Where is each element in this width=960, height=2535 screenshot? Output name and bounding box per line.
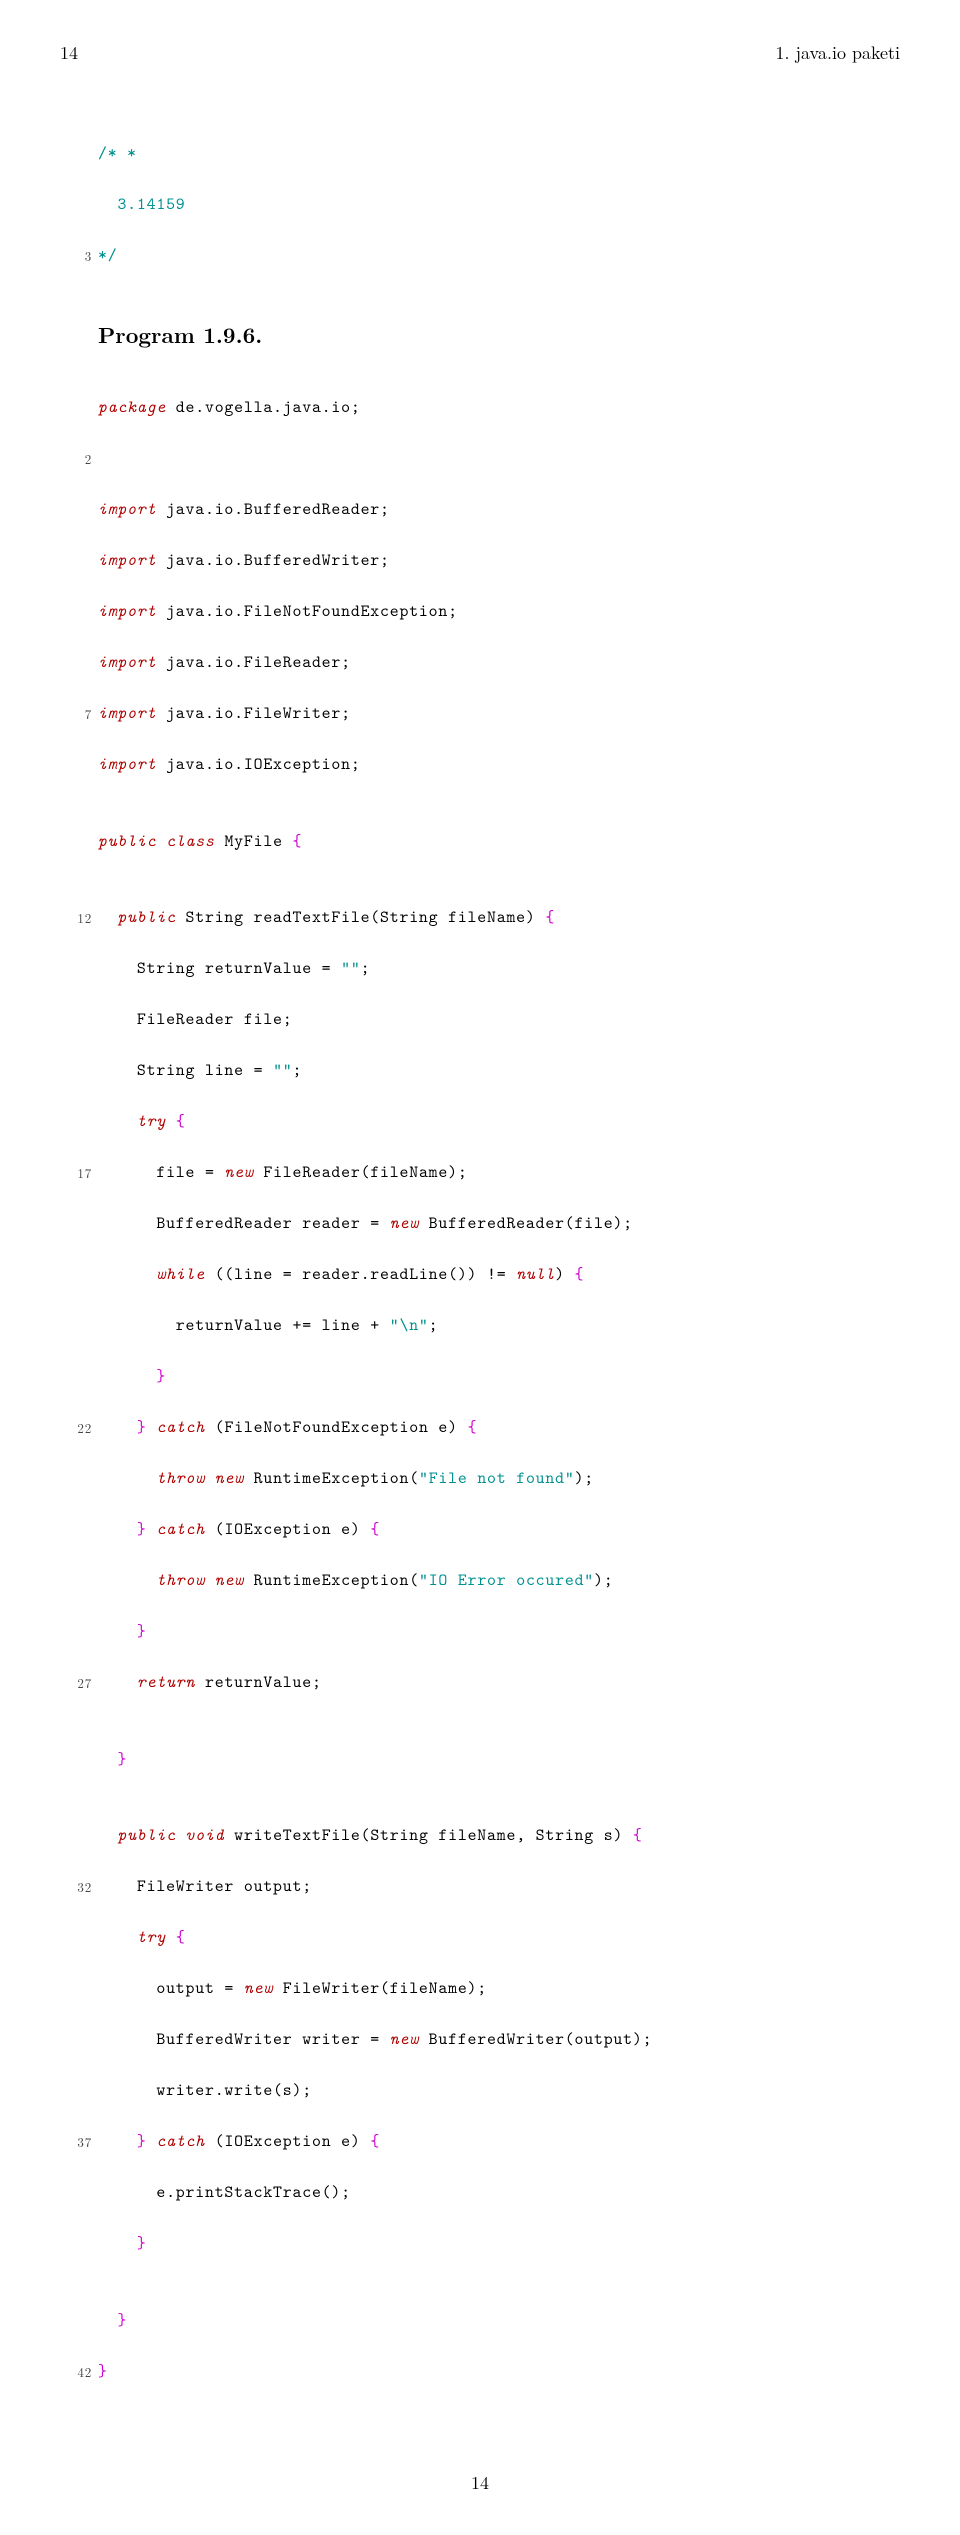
line-number: 37 [60,2129,98,2155]
line-number: 17 [60,1160,98,1186]
code-line: try { [98,1109,900,1135]
code-line: String line = ""; [98,1058,900,1084]
footer-page-number: 14 [60,2470,900,2495]
line-number: 42 [60,2359,98,2385]
header-page-number: 14 [60,40,78,65]
page-header: 14 1. java.io paketi [60,40,900,65]
code-line: } [98,1747,900,1773]
code-line: 3.14159 [98,192,900,218]
code-line: public class MyFile { [98,829,900,855]
code-line: try { [98,1925,900,1951]
line-number: 32 [60,1874,98,1900]
code-line: while ((line = reader.readLine()) != nul… [98,1262,900,1288]
code-line: BufferedReader reader = new BufferedRead… [98,1211,900,1237]
code-line: returnValue += line + "\n"; [98,1313,900,1339]
code-line: /∗ ∗ [98,141,900,167]
code-line: } catch (IOException e) { [98,1517,900,1543]
code-line: } [98,1619,900,1645]
code-line: import java.io.FileWriter; [98,701,900,727]
code-line: } catch (IOException e) { [98,2129,900,2155]
code-line: throw new RuntimeException("IO Error occ… [98,1568,900,1594]
header-section-title: 1. java.io paketi [775,40,900,65]
line-number: 12 [60,905,98,931]
code-line: public void writeTextFile(String fileNam… [98,1823,900,1849]
program-heading: Program 1.9.6. [98,319,900,350]
code-line: } catch (FileNotFoundException e) { [98,1415,900,1441]
code-line: import java.io.FileReader; [98,650,900,676]
line-number: 22 [60,1415,98,1441]
code-line: throw new RuntimeException("File not fou… [98,1466,900,1492]
code-snippet-2: package de.vogella.java.io; 2 import jav… [60,370,900,2410]
code-line: import java.io.BufferedWriter; [98,548,900,574]
code-line: String returnValue = ""; [98,956,900,982]
code-line: FileReader file; [98,1007,900,1033]
code-line [98,446,900,472]
code-line: ∗/ [98,243,900,269]
code-line: } [98,2359,900,2385]
line-number: 2 [60,446,98,472]
line-number: 7 [60,701,98,727]
code-line: FileWriter output; [98,1874,900,1900]
code-snippet-1: /∗ ∗ 3.14159 3∗/ [60,115,900,294]
code-line: package de.vogella.java.io; [98,395,900,421]
line-number: 3 [60,243,98,269]
code-line: public String readTextFile(String fileNa… [98,905,900,931]
code-line: output = new FileWriter(fileName); [98,1976,900,2002]
code-line: import java.io.BufferedReader; [98,497,900,523]
code-line: e.printStackTrace(); [98,2180,900,2206]
code-line: file = new FileReader(fileName); [98,1160,900,1186]
code-line: BufferedWriter writer = new BufferedWrit… [98,2027,900,2053]
code-line: import java.io.IOException; [98,752,900,778]
line-number: 27 [60,1670,98,1696]
code-line: import java.io.FileNotFoundException; [98,599,900,625]
code-line: } [98,2231,900,2257]
code-line: writer.write(s); [98,2078,900,2104]
code-line: return returnValue; [98,1670,900,1696]
code-line: } [98,1364,900,1390]
code-line: } [98,2308,900,2334]
